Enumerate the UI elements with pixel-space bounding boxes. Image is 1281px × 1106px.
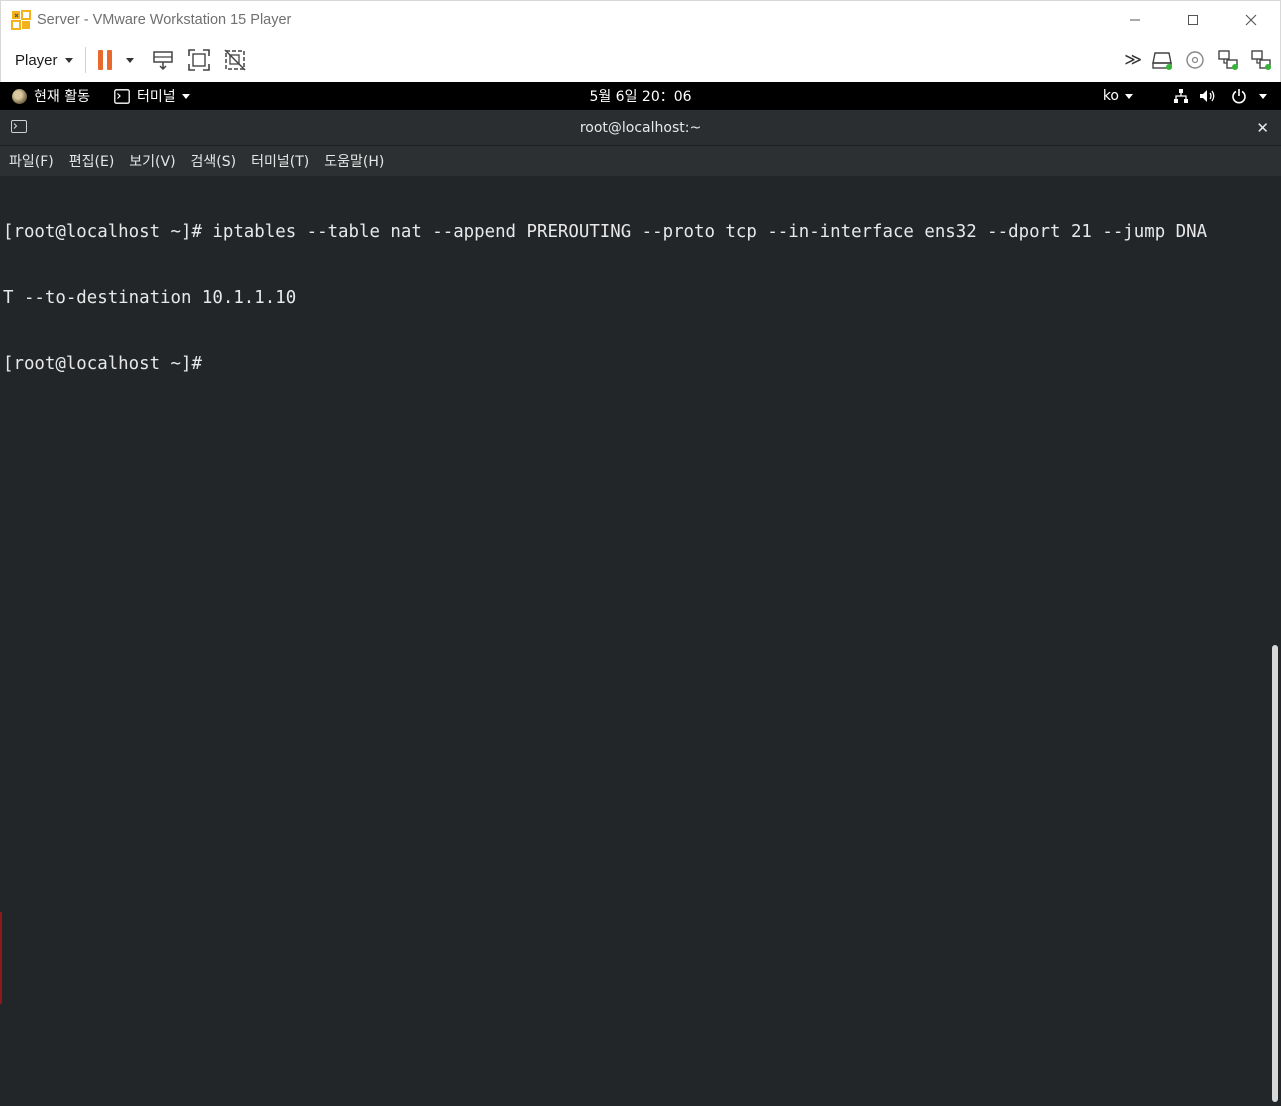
menu-help[interactable]: 도움말(H) <box>324 151 384 171</box>
terminal-prompt-line: [root@localhost ~]# <box>3 354 202 374</box>
terminal-title: root@localhost:~ <box>579 120 702 136</box>
close-icon <box>1245 14 1257 26</box>
cd-dvd-icon <box>1186 51 1204 69</box>
usb-device-icon <box>1251 50 1271 70</box>
toolbar-divider <box>84 47 86 73</box>
clock[interactable]: 5월 6일 20：06 <box>0 82 1281 110</box>
input-language-label: ko <box>1102 88 1119 104</box>
player-menu-label: Player <box>15 51 58 69</box>
maximize-button[interactable] <box>1164 1 1222 39</box>
close-button[interactable] <box>1222 1 1280 39</box>
pause-icon <box>97 50 103 70</box>
window-title: Server - VMware Workstation 15 Player <box>37 11 292 28</box>
full-screen-button[interactable] <box>186 47 212 73</box>
input-language-button[interactable]: ko <box>1103 88 1133 104</box>
terminal-close-button[interactable]: ✕ <box>1256 110 1269 146</box>
chevron-down-icon <box>1125 93 1133 99</box>
network-icon <box>1173 88 1189 104</box>
network-adapter-button[interactable] <box>1215 47 1241 73</box>
unity-icon <box>224 49 246 71</box>
hard-disk-icon <box>1152 52 1172 70</box>
hard-disk-button[interactable] <box>1149 47 1175 73</box>
pause-menu-chevron-icon[interactable] <box>125 57 134 63</box>
volume-icon <box>1199 88 1217 104</box>
menu-view[interactable]: 보기(V) <box>129 151 175 171</box>
full-screen-icon <box>187 49 210 71</box>
close-icon: ✕ <box>1256 119 1269 137</box>
chevron-down-icon <box>64 57 73 63</box>
vmware-logo-icon <box>11 9 33 31</box>
terminal-output[interactable]: [root@localhost ~]# iptables --table nat… <box>0 176 1281 1106</box>
player-menu-button[interactable]: Player <box>15 52 73 69</box>
menu-file[interactable]: 파일(F) <box>9 151 54 171</box>
chevron-down-icon <box>1259 93 1267 99</box>
minimize-button[interactable] <box>1106 1 1164 39</box>
terminal-line: [root@localhost ~]# iptables --table nat… <box>3 222 1208 242</box>
menu-edit[interactable]: 편집(E) <box>69 151 115 171</box>
window-titlebar: Server - VMware Workstation 15 Player <box>0 0 1281 38</box>
usb-device-button[interactable] <box>1248 47 1274 73</box>
terminal-menubar: 파일(F) 편집(E) 보기(V) 검색(S) 터미널(T) 도움말(H) <box>0 146 1281 176</box>
minimize-icon <box>1130 19 1140 21</box>
gnome-top-bar: 현재 활동 터미널 5월 6일 20：06 ko <box>0 82 1281 110</box>
send-ctrl-alt-del-icon <box>152 51 173 71</box>
menu-search[interactable]: 검색(S) <box>191 151 237 171</box>
window-edge-marker <box>0 912 2 1004</box>
cd-dvd-button[interactable] <box>1182 47 1208 73</box>
terminal-line: T --to-destination 10.1.1.10 <box>3 288 297 308</box>
pause-button[interactable] <box>97 50 134 70</box>
more-devices-icon[interactable]: ≫ <box>1124 50 1142 70</box>
send-ctrl-alt-del-button[interactable] <box>150 47 176 73</box>
network-adapter-icon <box>1218 50 1238 70</box>
menu-terminal[interactable]: 터미널(T) <box>251 151 309 171</box>
terminal-scrollbar-thumb[interactable] <box>1272 645 1278 1102</box>
power-icon <box>1231 88 1247 104</box>
vmware-toolbar: Player ≫ <box>0 38 1281 82</box>
terminal-headerbar: root@localhost:~ ✕ <box>0 110 1281 146</box>
maximize-icon <box>1188 15 1198 25</box>
system-status-area[interactable]: ko <box>1103 82 1267 110</box>
unity-button[interactable] <box>222 47 248 73</box>
